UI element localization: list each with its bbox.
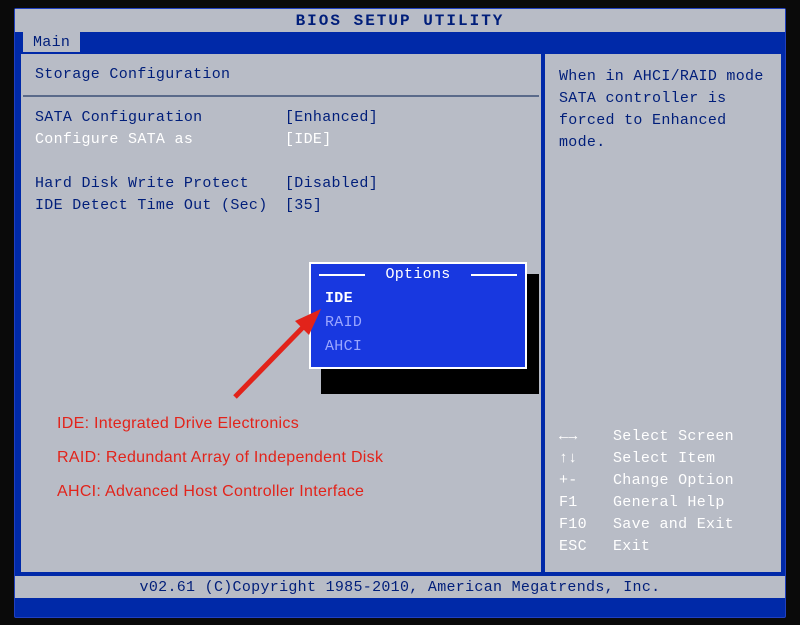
key-desc: Change Option [613,470,734,492]
bios-screen: BIOS SETUP UTILITY Main Storage Configur… [14,8,786,618]
settings-panel: Storage Configuration SATA Configuration… [21,54,541,572]
section-title: Storage Configuration [35,66,527,89]
key-desc: Exit [613,536,650,558]
value-hd-write-protect: [Disabled] [285,173,378,195]
key-change-option: +- Change Option [559,470,771,492]
key-symbol: +- [559,470,613,492]
key-desc: Select Screen [613,426,734,448]
key-exit: ESC Exit [559,536,771,558]
app-title: BIOS SETUP UTILITY [296,12,505,30]
divider [23,95,539,97]
popup-box: Options IDE RAID AHCI [309,262,527,369]
work-area: Storage Configuration SATA Configuration… [21,54,779,572]
tab-row: Main [15,32,785,54]
popup-item-ide[interactable]: IDE [311,287,525,311]
spacer [35,151,527,173]
key-symbol: ESC [559,536,613,558]
label-sata-configuration: SATA Configuration [35,107,285,129]
options-popup: Options IDE RAID AHCI [309,262,527,369]
title-bar: BIOS SETUP UTILITY [15,9,785,32]
value-configure-sata-as: [IDE] [285,129,332,151]
label-hd-write-protect: Hard Disk Write Protect [35,173,285,195]
key-symbol: F10 [559,514,613,536]
value-ide-timeout: [35] [285,195,322,217]
key-help: ←→ Select Screen ↑↓ Select Item +- Chang… [559,426,771,558]
key-symbol: F1 [559,492,613,514]
row-ide-timeout[interactable]: IDE Detect Time Out (Sec) [35] [35,195,527,217]
row-configure-sata-as[interactable]: Configure SATA as [IDE] [35,129,527,151]
key-symbol: ↑↓ [559,448,613,470]
footer-bar: v02.61 (C)Copyright 1985-2010, American … [15,576,785,598]
key-select-screen: ←→ Select Screen [559,426,771,448]
value-sata-configuration: [Enhanced] [285,107,378,129]
tab-main[interactable]: Main [23,32,80,52]
key-select-item: ↑↓ Select Item [559,448,771,470]
key-desc: General Help [613,492,725,514]
row-sata-configuration[interactable]: SATA Configuration [Enhanced] [35,107,527,129]
label-ide-timeout: IDE Detect Time Out (Sec) [35,195,285,217]
key-save-exit: F10 Save and Exit [559,514,771,536]
help-panel: When in AHCI/RAID mode SATA controller i… [545,54,781,572]
tab-label: Main [33,34,70,51]
row-hd-write-protect[interactable]: Hard Disk Write Protect [Disabled] [35,173,527,195]
key-desc: Save and Exit [613,514,734,536]
popup-title: Options [311,264,525,287]
key-general-help: F1 General Help [559,492,771,514]
help-text: When in AHCI/RAID mode SATA controller i… [559,66,767,154]
key-symbol: ←→ [559,426,613,448]
popup-item-ahci[interactable]: AHCI [311,335,525,359]
key-desc: Select Item [613,448,715,470]
popup-item-raid[interactable]: RAID [311,311,525,335]
footer-text: v02.61 (C)Copyright 1985-2010, American … [140,579,661,596]
label-configure-sata-as: Configure SATA as [35,129,285,151]
